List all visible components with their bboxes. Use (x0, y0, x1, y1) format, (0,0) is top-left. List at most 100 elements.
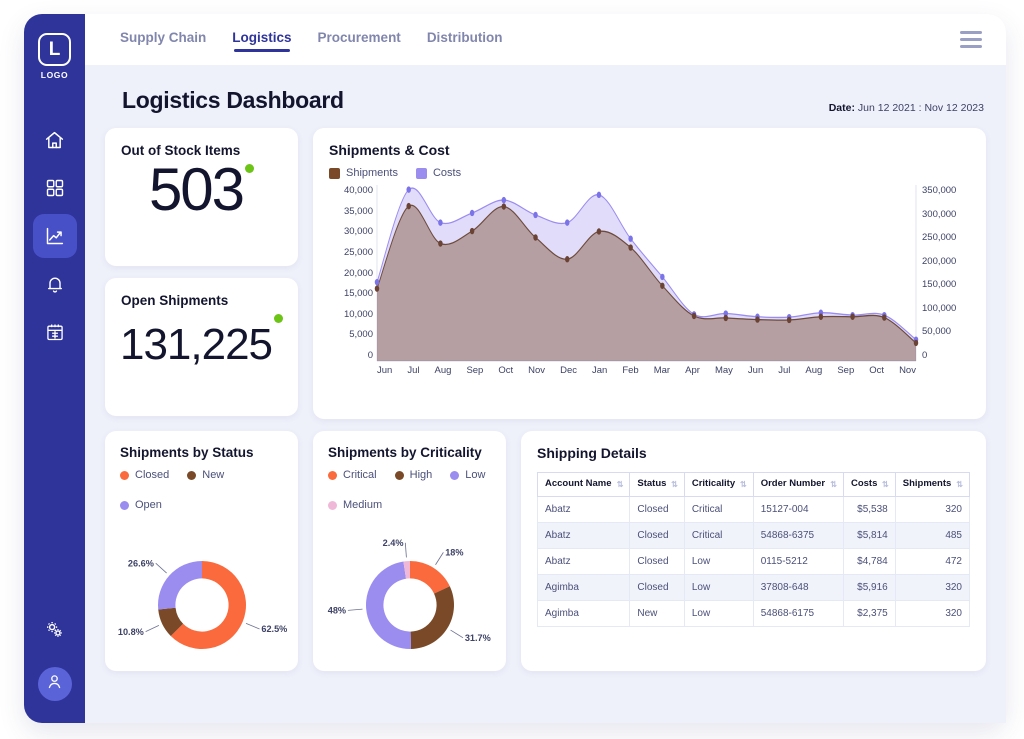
top-row: Out of Stock Items 503 Open Shipments 13… (102, 128, 989, 419)
table-header-cell[interactable]: Shipments ⇅ (894, 472, 971, 497)
x-axis-tick: Sep (837, 365, 855, 376)
sidebar-item-home[interactable] (33, 118, 77, 162)
table-header-cell[interactable]: Order Number ⇅ (752, 472, 844, 497)
sidebar-item-calendar[interactable] (33, 310, 77, 354)
donut-value-label: 62.5% (261, 624, 287, 634)
sidebar-item-dashboard[interactable] (33, 166, 77, 210)
legend-label: New (202, 469, 225, 481)
sort-icon[interactable]: ⇅ (617, 480, 624, 489)
table-cell: 485 (894, 521, 971, 549)
y-axis-tick-right: 350,000 (922, 185, 957, 196)
legend-item-medium[interactable]: Medium (328, 499, 382, 511)
table-row[interactable]: Abatz Closed Low 0115-5212 $4,784 472 (536, 547, 971, 575)
column-label: Costs (850, 478, 878, 489)
table-cell: Closed (629, 573, 685, 601)
column-label: Criticality (691, 478, 736, 489)
table-header-cell[interactable]: Costs ⇅ (842, 472, 896, 497)
table-cell: Low (683, 547, 754, 575)
status-indicator-dot (245, 164, 255, 173)
y-axis-tick-right: 150,000 (922, 279, 957, 291)
logo[interactable]: L LOGO (38, 33, 71, 80)
nav-tabs: Supply Chain Logistics Procurement Distr… (120, 30, 503, 52)
chart-legend: Critical High Low Medium (328, 469, 491, 511)
table-cell: 37808-648 (752, 573, 844, 601)
legend-item-shipments[interactable]: Shipments (329, 167, 398, 179)
sort-icon[interactable]: ⇅ (740, 480, 747, 489)
tab-procurement[interactable]: Procurement (318, 30, 401, 49)
table-row[interactable]: Agimba Closed Low 37808-648 $5,916 320 (536, 573, 971, 601)
table-cell: Abatz (536, 495, 631, 523)
table-cell: Low (683, 599, 754, 627)
donut-value-label: 48% (327, 606, 345, 616)
legend-item-high[interactable]: High (394, 469, 432, 481)
donut-value-label: 2.4% (382, 538, 403, 548)
x-axis-tick: Jun (377, 365, 393, 376)
table-cell: Low (683, 573, 754, 601)
table-title: Shipping Details (537, 445, 647, 461)
tab-logistics[interactable]: Logistics (232, 30, 292, 52)
kpi-card-out-of-stock: Out of Stock Items 503 (105, 128, 298, 266)
table-row[interactable]: Abatz Closed Critical 15127-004 $5,538 320 (536, 495, 971, 523)
chart-title: Shipments & Cost (329, 142, 450, 158)
y-axis-tick-left: 20,000 (343, 267, 373, 279)
area-chart-plot: 40,000 35,000 30,000 25,000 20,000 15,000 10,0… (329, 185, 970, 390)
legend-item-critical[interactable]: Critical (328, 469, 377, 481)
x-axis-tick: Aug (434, 365, 452, 376)
donut-holder: 18% 31.7% 48% 2.4% (327, 517, 491, 693)
donut-value-label: 18% (445, 548, 463, 558)
table-cell: $5,814 (842, 521, 896, 549)
sidebar-item-alerts[interactable] (33, 262, 77, 306)
table-cell: Abatz (536, 521, 631, 549)
donut-holder: 62.5% 10.8% 26.6% (117, 517, 287, 693)
legend-item-open[interactable]: Open (120, 499, 162, 511)
tab-supply-chain[interactable]: Supply Chain (120, 30, 206, 49)
bottom-row: Shipments by Status Closed New Open 62.5% 1… (102, 419, 989, 671)
table-header-cell[interactable]: Account Name ⇅ (536, 472, 631, 497)
table-header-cell[interactable]: Criticality ⇅ (683, 472, 754, 497)
sidebar-item-analytics[interactable] (32, 214, 77, 258)
legend-item-low[interactable]: Low (450, 469, 485, 481)
chart-card-shipments-by-criticality: Shipments by Criticality Critical High Low… (313, 431, 506, 671)
x-axis-tick: Oct (869, 365, 885, 376)
kpi-value-wrap: 503 (121, 158, 282, 244)
x-axis-tick: Sep (466, 365, 484, 376)
kpi-title: Open Shipments (121, 293, 229, 308)
x-axis: Jun Jul Aug Sep Oct Nov Dec Jan Feb Mar Apr May Jun J… (377, 365, 916, 376)
sort-icon[interactable]: ⇅ (882, 480, 889, 489)
legend-label: Critical (343, 469, 377, 481)
y-axis-left: 40,000 35,000 30,000 25,000 20,000 15,000 10,0… (329, 185, 373, 361)
column-label: Order Number (760, 478, 826, 489)
x-axis-tick: Apr (685, 365, 700, 376)
sort-icon[interactable]: ⇅ (830, 480, 837, 489)
table-cell: Closed (629, 547, 685, 575)
y-axis-right: 350,000 300,000 250,000 200,000 150,000 100,0… (922, 185, 970, 361)
tab-distribution[interactable]: Distribution (427, 30, 503, 49)
profile-avatar[interactable] (37, 667, 72, 701)
bell-icon (45, 274, 65, 294)
line-chart-icon (44, 226, 65, 247)
legend-swatch (329, 167, 340, 179)
legend-item-costs[interactable]: Costs (415, 167, 462, 179)
hamburger-icon[interactable] (960, 31, 982, 48)
kpi-value: 503 (148, 156, 245, 223)
sort-icon[interactable]: ⇅ (956, 480, 963, 489)
user-icon (45, 672, 64, 696)
donut-chart: 18% 31.7% 48% 2.4% (327, 538, 490, 649)
kpi-value: 131,225 (119, 320, 273, 369)
table-cell: Critical (683, 521, 754, 549)
legend-item-new[interactable]: New (187, 469, 224, 481)
y-axis-tick-left: 15,000 (343, 288, 373, 300)
y-axis-tick-right: 0 (922, 349, 928, 361)
shipping-details-card: Shipping Details Account Name ⇅ Status ⇅ Cri… (521, 431, 986, 671)
logo-label: LOGO (40, 70, 69, 80)
table-row[interactable]: Abatz Closed Critical 54868-6375 $5,814 485 (536, 521, 971, 549)
legend-item-closed[interactable]: Closed (120, 469, 169, 481)
logo-mark: L (38, 33, 71, 66)
table-cell: $5,538 (842, 495, 896, 523)
legend-label: Costs (432, 167, 462, 179)
table-header-cell[interactable]: Status ⇅ (629, 472, 685, 497)
legend-label: Open (135, 499, 162, 511)
table-row[interactable]: Agimba New Low 54868-6175 $2,375 320 (536, 599, 971, 627)
sidebar-item-settings[interactable] (33, 607, 77, 651)
sort-icon[interactable]: ⇅ (671, 480, 678, 489)
